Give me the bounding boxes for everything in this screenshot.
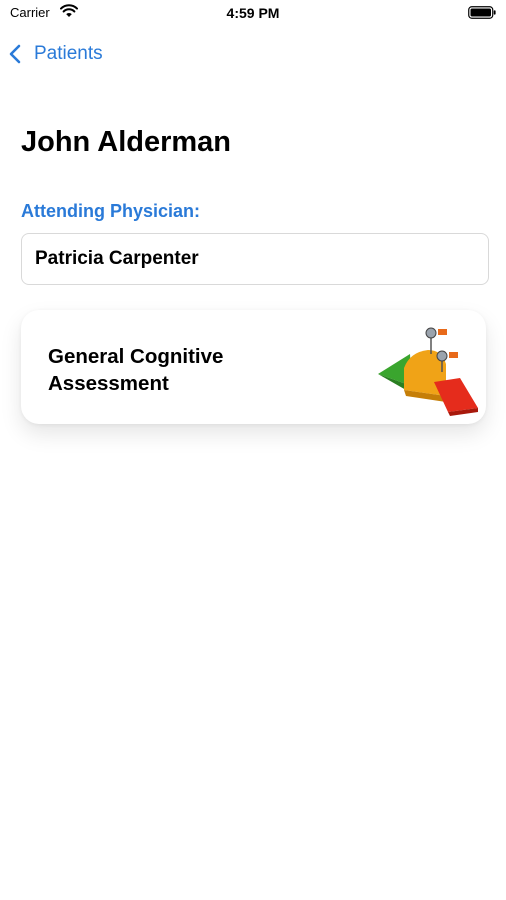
attending-physician-value: Patricia Carpenter bbox=[35, 248, 199, 269]
attending-physician-field[interactable]: Patricia Carpenter bbox=[21, 233, 489, 285]
scale-red-segment bbox=[434, 378, 478, 412]
navigation-bar: Patients bbox=[0, 38, 506, 70]
chevron-left-icon bbox=[9, 44, 21, 64]
attending-physician-label: Attending Physician: bbox=[21, 201, 201, 221]
back-button-label: Patients bbox=[34, 43, 103, 64]
general-cognitive-assessment-card[interactable]: General Cognitive Assessment bbox=[21, 310, 486, 424]
back-button[interactable]: Patients bbox=[8, 38, 103, 70]
status-bar: Carrier 4:59 PM bbox=[0, 0, 506, 28]
patient-name-title: John Alderman bbox=[21, 126, 232, 158]
assessment-card-title: General Cognitive Assessment bbox=[48, 345, 224, 395]
marker-pin-icon bbox=[425, 327, 437, 339]
marker-pin-icon bbox=[436, 350, 448, 362]
battery-icon bbox=[468, 6, 496, 19]
cognitive-scale-chart-icon bbox=[378, 327, 478, 416]
status-time: 4:59 PM bbox=[226, 5, 280, 21]
